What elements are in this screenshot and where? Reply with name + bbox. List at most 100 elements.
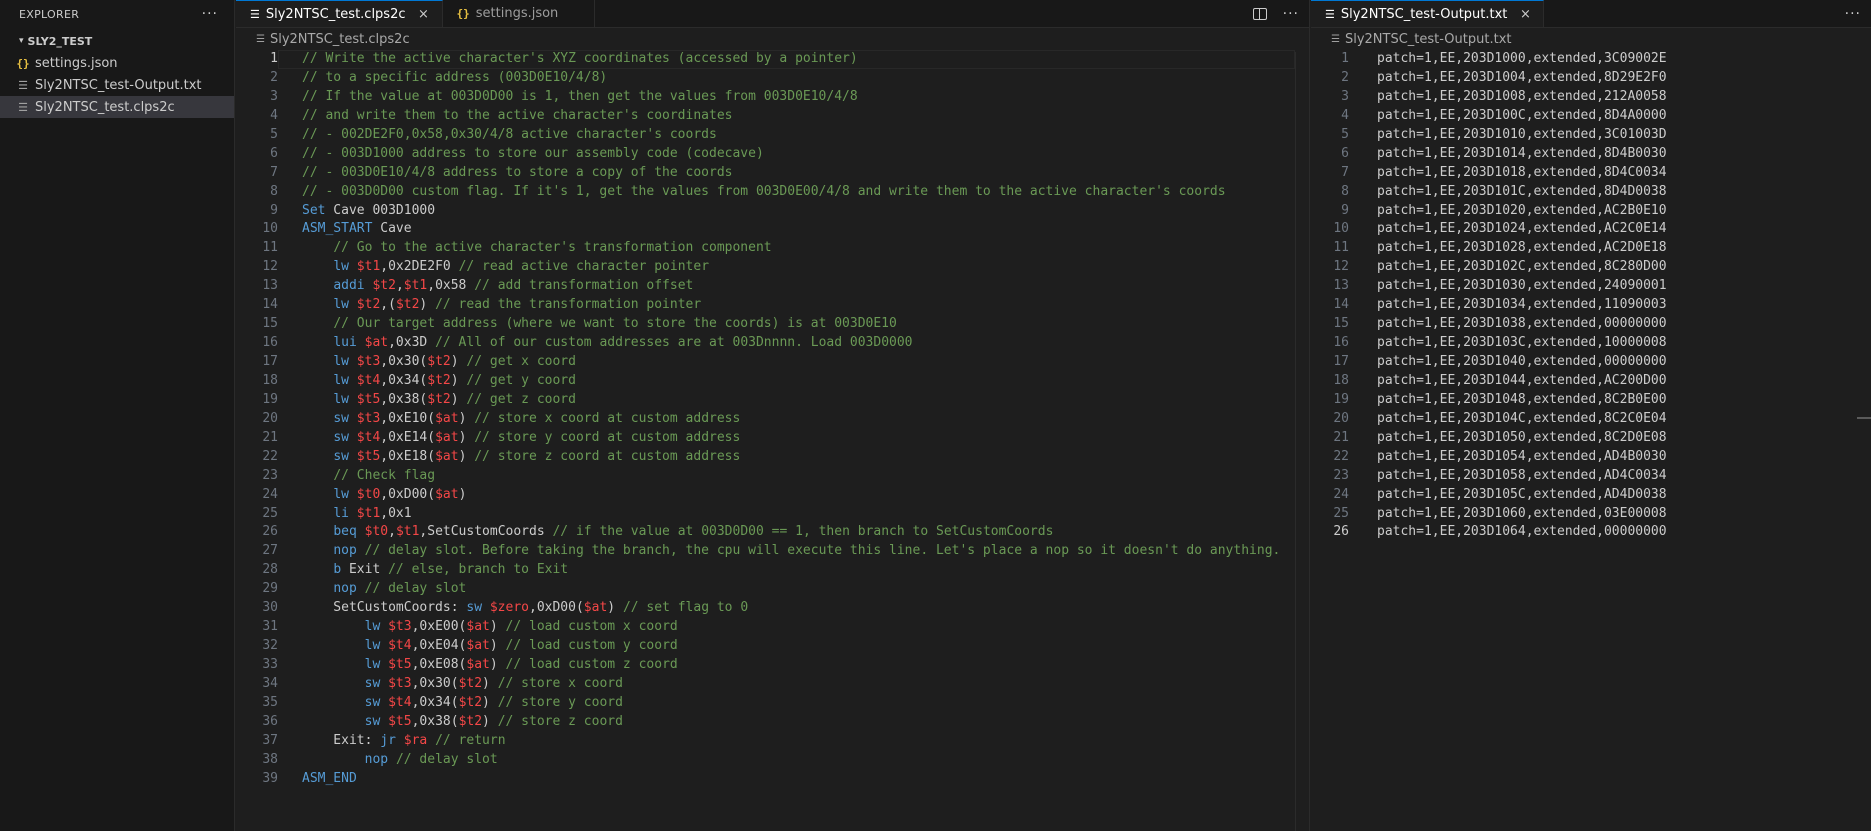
file-item-settings-json[interactable]: {} settings.json (0, 52, 234, 74)
code-line[interactable]: 17 lw $t3,0x30($t2) // get x coord (236, 353, 1309, 372)
code-line[interactable]: 39 ASM_END (236, 770, 1309, 789)
code-line[interactable]: 18 lw $t4,0x34($t2) // get y coord (236, 372, 1309, 391)
output-line[interactable]: 5 patch=1,EE,203D1010,extended,3C01003D (1311, 126, 1871, 145)
code-line[interactable]: 9 Set Cave 003D1000 (236, 202, 1309, 221)
line-number: 2 (270, 69, 278, 85)
breadcrumb-item[interactable]: Sly2NTSC_test.clps2c (270, 32, 410, 47)
output-line[interactable]: 22 patch=1,EE,203D1054,extended,AD4B0030 (1311, 448, 1871, 467)
code-line[interactable]: 4 // and write them to the active charact… (236, 107, 1309, 126)
output-line[interactable]: 25 patch=1,EE,203D1060,extended,03E00008 (1311, 505, 1871, 524)
code-token: // read active character pointer (458, 259, 710, 275)
code-line[interactable]: 31 lw $t3,0xE00($at) // load custom x co… (236, 618, 1309, 637)
code-token: lw (333, 486, 349, 502)
code-line[interactable]: 37 Exit: jr $ra // return (236, 732, 1309, 751)
code-line[interactable]: 30 SetCustomCoords: sw $zero,0xD00($at) … (236, 599, 1309, 618)
output-line[interactable]: 2 patch=1,EE,203D1004,extended,8D29E2F0 (1311, 69, 1871, 88)
output-line[interactable]: 4 patch=1,EE,203D100C,extended,8D4A0000 (1311, 107, 1871, 126)
close-icon[interactable]: × (1517, 7, 1533, 22)
code-line[interactable]: 25 li $t1,0x1 (236, 505, 1309, 524)
output-line[interactable]: 1 patch=1,EE,203D1000,extended,3C09002E (1311, 50, 1871, 69)
code-line[interactable]: 19 lw $t5,0x38($t2) // get z coord (236, 391, 1309, 410)
code-editor[interactable]: 1// Write the active character's XYZ coo… (236, 50, 1309, 789)
code-line[interactable]: 22 sw $t5,0xE18($at) // store z coord at… (236, 448, 1309, 467)
vertical-scrollbar[interactable] (1857, 52, 1871, 831)
code-line[interactable]: 23 // Check flag (236, 467, 1309, 486)
output-line[interactable]: 11 patch=1,EE,203D1028,extended,AC2D0E18 (1311, 239, 1871, 258)
line-text: lui $at,0x3D // All of our custom addres… (278, 334, 912, 353)
code-line[interactable]: 8 // - 003D0D00 custom flag. If it's 1, g… (236, 183, 1309, 202)
file-item-clps2c[interactable]: ☰ Sly2NTSC_test.clps2c (0, 96, 234, 118)
line-text: patch=1,EE,203D1014,extended,8D4B0030 (1377, 145, 1667, 161)
code-line[interactable]: 32 lw $t4,0xE04($at) // load custom y co… (236, 637, 1309, 656)
code-line[interactable]: 13 addi $t2,$t1,0x58 // add transformati… (236, 277, 1309, 296)
output-line[interactable]: 20 patch=1,EE,203D104C,extended,8C2C0E04 (1311, 410, 1871, 429)
output-editor[interactable]: 1 patch=1,EE,203D1000,extended,3C09002E 2 p… (1311, 50, 1871, 542)
code-line[interactable]: 29 nop // delay slot (236, 580, 1309, 599)
tab-output-txt[interactable]: ☰ Sly2NTSC_test-Output.txt × (1311, 0, 1545, 27)
code-line[interactable]: 10 ASM_START Cave (236, 220, 1309, 239)
output-line[interactable]: 17 patch=1,EE,203D1040,extended,00000000 (1311, 353, 1871, 372)
output-line[interactable]: 13 patch=1,EE,203D1030,extended,24090001 (1311, 277, 1871, 296)
code-line[interactable]: 11 // Go to the active character's trans… (236, 239, 1309, 258)
code-line[interactable]: 16 lui $at,0x3D // All of our custom add… (236, 334, 1309, 353)
code-line[interactable]: 21 sw $t4,0xE14($at) // store y coord at… (236, 429, 1309, 448)
code-line[interactable]: 6 // - 003D1000 address to store our asse… (236, 145, 1309, 164)
output-line[interactable]: 3 patch=1,EE,203D1008,extended,212A0058 (1311, 88, 1871, 107)
output-line[interactable]: 10 patch=1,EE,203D1024,extended,AC2C0E14 (1311, 220, 1871, 239)
code-line[interactable]: 35 sw $t4,0x34($t2) // store y coord (236, 694, 1309, 713)
code-token: lw (364, 638, 381, 654)
code-line[interactable]: 36 sw $t5,0x38($t2) // store z coord (236, 713, 1309, 732)
code-line[interactable]: 34 sw $t3,0x30($t2) // store x coord (236, 675, 1309, 694)
code-line[interactable]: 3 // If the value at 003D0D00 is 1, then … (236, 88, 1309, 107)
code-line[interactable]: 33 lw $t5,0xE08($at) // load custom z co… (236, 656, 1309, 675)
code-line[interactable]: 7 // - 003D0E10/4/8 address to store a co… (236, 164, 1309, 183)
file-item-output-txt[interactable]: ☰ Sly2NTSC_test-Output.txt (0, 74, 234, 96)
line-number: 2 (1341, 69, 1349, 85)
breadcrumb-item[interactable]: Sly2NTSC_test-Output.txt (1345, 32, 1512, 47)
code-line[interactable]: 24 lw $t0,0xD00($at) (236, 486, 1309, 505)
output-line[interactable]: 9 patch=1,EE,203D1020,extended,AC2B0E10 (1311, 202, 1871, 221)
output-line[interactable]: 21 patch=1,EE,203D1050,extended,8C2D0E08 (1311, 429, 1871, 448)
line-text: // Go to the active character's transfor… (278, 239, 771, 258)
vertical-scrollbar[interactable] (1295, 52, 1309, 831)
output-line[interactable]: 8 patch=1,EE,203D101C,extended,8D4D0038 (1311, 183, 1871, 202)
code-line[interactable]: 26 beq $t0,$t1,SetCustomCoords // if the… (236, 523, 1309, 542)
output-line[interactable]: 6 patch=1,EE,203D1014,extended,8D4B0030 (1311, 145, 1871, 164)
output-line[interactable]: 19 patch=1,EE,203D1048,extended,8C2B0E00 (1311, 391, 1871, 410)
code-token: ASM_START (302, 221, 373, 237)
workspace-folder[interactable]: ▾ SLY2_TEST (0, 30, 234, 52)
code-line[interactable]: 15 // Our target address (where we want … (236, 315, 1309, 334)
output-line[interactable]: 7 patch=1,EE,203D1018,extended,8D4C0034 (1311, 164, 1871, 183)
code-line[interactable]: 5 // - 002DE2F0,0x58,0x30/4/8 active char… (236, 126, 1309, 145)
output-line[interactable]: 15 patch=1,EE,203D1038,extended,00000000 (1311, 315, 1871, 334)
code-line[interactable]: 28 b Exit // else, branch to Exit (236, 561, 1309, 580)
output-line[interactable]: 16 patch=1,EE,203D103C,extended,10000008 (1311, 334, 1871, 353)
line-text: Exit: jr $ra // return (278, 732, 505, 751)
code-line[interactable]: 38 nop // delay slot (236, 751, 1309, 770)
more-actions-icon[interactable]: ··· (202, 6, 218, 22)
code-line[interactable]: 20 sw $t3,0xE10($at) // store x coord at… (236, 410, 1309, 429)
more-actions-icon[interactable]: ··· (1845, 6, 1861, 22)
split-editor-icon[interactable] (1252, 8, 1267, 20)
code-line[interactable]: 14 lw $t2,($t2) // read the transformati… (236, 296, 1309, 315)
code-line[interactable]: 2 // to a specific address (003D0E10/4/8) (236, 69, 1309, 88)
line-number: 21 (1333, 429, 1349, 445)
line-number: 21 (262, 429, 278, 445)
output-line[interactable]: 26 patch=1,EE,203D1064,extended,00000000 (1311, 523, 1871, 542)
output-line[interactable]: 23 patch=1,EE,203D1058,extended,AD4C0034 (1311, 467, 1871, 486)
output-line[interactable]: 12 patch=1,EE,203D102C,extended,8C280D00 (1311, 258, 1871, 277)
code-line[interactable]: 27 nop // delay slot. Before taking the … (236, 542, 1309, 561)
output-line[interactable]: 18 patch=1,EE,203D1044,extended,AC200D00 (1311, 372, 1871, 391)
more-actions-icon[interactable]: ··· (1283, 6, 1299, 22)
tab-settings-json[interactable]: {} settings.json (442, 0, 596, 27)
output-line[interactable]: 24 patch=1,EE,203D105C,extended,AD4D0038 (1311, 486, 1871, 505)
tab-clps2c[interactable]: ☰ Sly2NTSC_test.clps2c × (236, 0, 443, 27)
output-line[interactable]: 14 patch=1,EE,203D1034,extended,11090003 (1311, 296, 1871, 315)
code-line[interactable]: 12 lw $t1,0x2DE2F0 // read active charac… (236, 258, 1309, 277)
close-icon[interactable]: × (416, 7, 432, 22)
